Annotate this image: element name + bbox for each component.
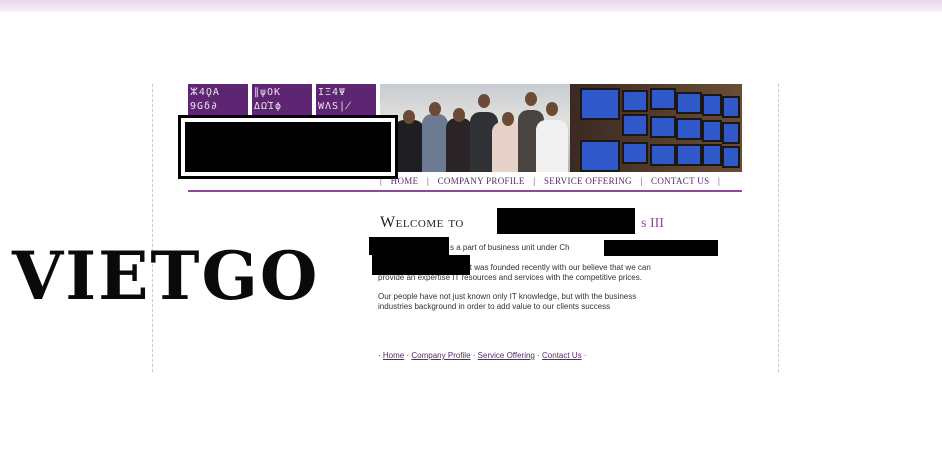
redacted-text-1 [369,237,449,255]
tv-screen [702,120,722,142]
team-photo [380,84,570,172]
glyph-tile-3: IΞ4Ψ WΛS∤ [316,84,376,118]
tv-screen [580,88,620,120]
tv-screen [580,140,620,172]
glyph-tile-1: ⵣ4ϘA 9Gδ∂ [188,84,248,118]
tv-screen [650,116,676,138]
redacted-text-3 [372,255,470,275]
nav-separator: | [717,176,721,186]
person-head [478,94,490,108]
tv-screen [622,114,648,136]
glyph-row: IΞ4Ψ [318,87,347,98]
intro-line-1: s a part of business unit under Ch [450,243,570,252]
tv-screen [702,94,722,116]
footer-separator: · [583,351,587,360]
person [422,114,448,172]
footer-separator: · [406,351,410,360]
redacted-text-2 [604,240,718,256]
glyph-tile-2: ∥ψOK ΔΩΊϕ [252,84,312,118]
tv-screen [622,90,648,112]
person [394,120,424,172]
glyph-row: 9Gδ∂ [190,101,219,112]
nav-contact-us[interactable]: CONTACT US [651,176,709,186]
person-head [453,108,465,122]
redacted-company-name [497,208,635,234]
nav-separator: | [640,176,643,186]
page-left-border [152,84,153,372]
person [446,118,472,172]
tv-screen [622,142,648,164]
person [536,120,568,172]
tv-screen [702,144,722,166]
tv-screen [650,144,676,166]
nav-service-offering[interactable]: SERVICE OFFERING [544,176,632,186]
people-line-1: Our people have not just known only IT k… [378,292,637,301]
footer-link-home[interactable]: Home [383,351,404,360]
glyph-row: ∥ψOK [254,87,282,98]
intro-line-2: it was founded recently with our believe… [468,263,651,272]
redacted-logo-box [178,115,398,179]
nav-separator: | [380,176,383,186]
tv-screen [650,88,676,110]
footer-link-contact-us[interactable]: Contact Us [542,351,582,360]
nav-company-profile[interactable]: COMPANY PROFILE [438,176,525,186]
page-right-border [778,84,779,372]
footer-separator: · [472,351,476,360]
welcome-heading: Welcome to [380,214,464,231]
nav-home[interactable]: HOME [391,176,419,186]
people-line-2: industries background in order to add va… [378,302,611,311]
glyph-row: ⵣ4ϘA [190,87,220,98]
nav-separator: | [426,176,430,186]
tv-screen [722,146,740,168]
tv-screen [676,144,702,166]
person-head [502,112,514,126]
footer-link-company-profile[interactable]: Company Profile [411,351,470,360]
header-divider [188,190,742,192]
nav-separator: | [533,176,536,186]
tv-screen [722,122,740,144]
footer-nav: · Home · Company Profile · Service Offer… [378,351,587,360]
browser-top-bar [0,0,942,12]
top-nav: | HOME | COMPANY PROFILE | SERVICE OFFER… [377,176,723,186]
glyph-row: ΔΩΊϕ [254,101,283,112]
footer-separator: · [378,351,381,360]
vietgo-watermark-logo: VIETGO [12,237,320,315]
person-head [403,110,415,124]
tv-screen [722,96,740,118]
tv-screen [676,118,702,140]
glyph-row: WΛS∤ [318,101,353,112]
tv-screen [676,92,702,114]
footer-link-service-offering[interactable]: Service Offering [478,351,535,360]
tv-wall-photo [570,84,742,172]
person-head [429,102,441,116]
welcome-heading-tail: s III [641,216,664,231]
person-head [546,102,558,116]
person-head [525,92,537,106]
footer-separator: · [537,351,540,360]
